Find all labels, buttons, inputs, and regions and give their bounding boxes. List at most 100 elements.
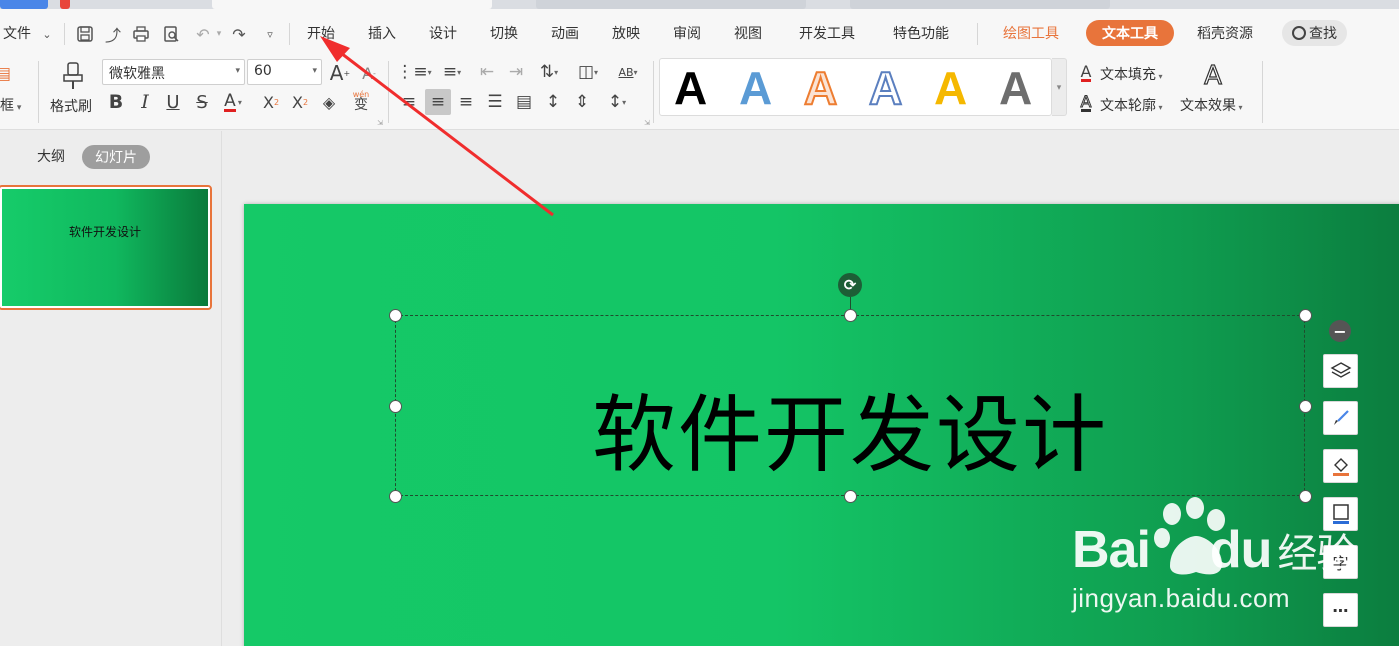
resize-handle-top-right[interactable] [1299,309,1312,322]
align-center-icon[interactable]: ≡ [425,89,451,115]
menu-special[interactable]: 特色功能 [893,23,949,43]
bullet-list-icon[interactable]: ⋮≡ ▾ [396,61,431,83]
decrease-indent-icon[interactable]: ⇤ [476,61,498,83]
increase-indent-icon[interactable]: ⇥ [505,61,527,83]
font-name-select[interactable]: 微软雅黑 ▾ [102,59,245,85]
columns-icon[interactable]: ◫ ▾ [572,61,604,83]
resize-handle-bottom-right[interactable] [1299,490,1312,503]
menu-drawing-tools[interactable]: 绘图工具 [1003,23,1059,43]
textbox-label[interactable]: 框 ▾ [0,95,21,115]
tab-stub[interactable] [0,0,48,9]
print-icon[interactable] [130,23,152,45]
text-direction-icon[interactable]: ⇅ ▾ [534,61,564,83]
collapse-toolbar-icon[interactable]: − [1329,320,1351,342]
wordart-style-orange-outline[interactable]: A [803,59,838,117]
resize-handle-right[interactable] [1299,400,1312,413]
menu-review[interactable]: 审阅 [673,23,701,43]
format-painter-label[interactable]: 格式刷 [50,96,92,116]
more-options-icon[interactable]: ⋯ [1323,593,1358,627]
divider [388,61,389,123]
menu-text-tools[interactable]: 文本工具 [1086,20,1174,46]
menu-home[interactable]: 开始 [307,23,335,43]
active-document-tab[interactable] [212,0,492,9]
tab-outline[interactable]: 大纲 [37,146,65,166]
resize-handle-top-left[interactable] [389,309,402,322]
text-outline-icon[interactable]: A [1075,92,1097,114]
font-color-icon[interactable]: A ▾ [222,91,244,113]
justify-icon[interactable]: ☰ [484,91,506,113]
decrease-font-icon[interactable]: A- [358,62,380,84]
resize-handle-bottom[interactable] [844,490,857,503]
format-painter-icon[interactable] [60,61,86,91]
print-preview-icon[interactable] [160,23,182,45]
slide-thumbnail[interactable]: 软件开发设计 [0,185,212,310]
strikethrough-icon[interactable]: S [191,91,213,113]
text-effect-button[interactable]: 文本效果 ▾ [1180,95,1243,115]
menu-animations[interactable]: 动画 [551,23,579,43]
line-spacing-icon[interactable]: ↕ [542,91,564,113]
wordart-style-gray[interactable]: A [999,59,1032,117]
menu-developer[interactable]: 开发工具 [799,23,855,43]
text-effect-icon[interactable]: A [1199,60,1227,91]
underline-icon[interactable]: U [162,91,184,113]
text-outline-button[interactable]: 文本轮廓 ▾ [1100,95,1163,115]
dialog-launcher-icon[interactable]: ⇲ [643,119,651,127]
chevron-down-icon[interactable]: ⌄ [36,23,58,45]
superscript-icon[interactable]: X2 [260,91,282,113]
bold-icon[interactable]: B [105,91,127,113]
italic-icon[interactable]: I [134,91,156,113]
text-fill-button[interactable]: 文本填充 ▾ [1100,64,1163,84]
font-size-value: 60 [254,63,272,79]
paragraph-spacing-icon[interactable]: ⇕ [571,91,593,113]
fill-bucket-icon[interactable] [1323,449,1358,483]
document-tab[interactable] [536,0,806,9]
menu-design[interactable]: 设计 [429,23,457,43]
resize-handle-bottom-left[interactable] [389,490,402,503]
resize-handle-top[interactable] [844,309,857,322]
wordart-style-black[interactable]: A [674,59,707,117]
save-icon[interactable] [74,23,96,45]
tab-slides[interactable]: 幻灯片 [82,145,150,169]
gallery-more-button[interactable]: ▾ [1052,58,1067,116]
character-spacing-icon[interactable]: AB ▾ [612,61,644,83]
search-button[interactable]: 查找 [1282,20,1347,46]
distribute-icon[interactable]: ▤ [513,91,535,113]
window-tab-strip [0,0,1399,9]
spacing-options-icon[interactable]: ↕ ▾ [600,91,634,113]
resize-handle-left[interactable] [389,400,402,413]
align-left-icon[interactable]: ≡ [398,91,420,113]
subscript-icon[interactable]: X2 [289,91,311,113]
eraser-icon[interactable]: ◈ [318,91,340,113]
document-tab[interactable] [850,0,1110,9]
customize-toolbar-icon[interactable]: ▿ [259,23,281,45]
chevron-down-icon[interactable]: ▾ [208,23,230,45]
align-right-icon[interactable]: ≡ [455,91,477,113]
redo-icon[interactable]: ↷ [228,23,250,45]
textbox-icon[interactable]: ▤ [0,63,14,85]
text-effect-label: 文本效果 [1180,98,1236,114]
menu-view[interactable]: 视图 [734,23,762,43]
rotate-handle-icon[interactable]: ⟳ [838,273,862,297]
slide-title[interactable]: 软件开发设计 [395,380,1305,490]
phonetic-guide-icon[interactable]: wén 变 [346,89,376,112]
menu-insert[interactable]: 插入 [368,23,396,43]
divider [289,23,290,45]
dialog-launcher-icon[interactable]: ⇲ [376,119,384,127]
font-size-select[interactable]: 60 ▾ [247,59,322,85]
baidu-paw-icon [1154,497,1225,575]
menu-transitions[interactable]: 切换 [490,23,518,43]
layers-icon[interactable] [1323,354,1358,388]
wordart-style-gold[interactable]: A [934,59,967,117]
increase-font-icon[interactable]: A + [329,61,351,85]
brush-icon[interactable] [1323,401,1358,435]
wordart-style-blue-outline[interactable]: A [868,59,903,117]
menu-resources[interactable]: 稻壳资源 [1197,23,1253,43]
numbered-list-icon[interactable]: ≡ ▾ [436,61,468,83]
export-pdf-icon[interactable]: ⤴ [102,23,124,45]
file-menu[interactable]: 文件 [3,23,31,43]
divider [38,61,39,123]
text-fill-icon[interactable]: A [1075,62,1097,84]
wordart-style-blue[interactable]: A [739,59,772,117]
menu-slideshow[interactable]: 放映 [612,23,640,43]
tab-stub[interactable] [60,0,70,9]
